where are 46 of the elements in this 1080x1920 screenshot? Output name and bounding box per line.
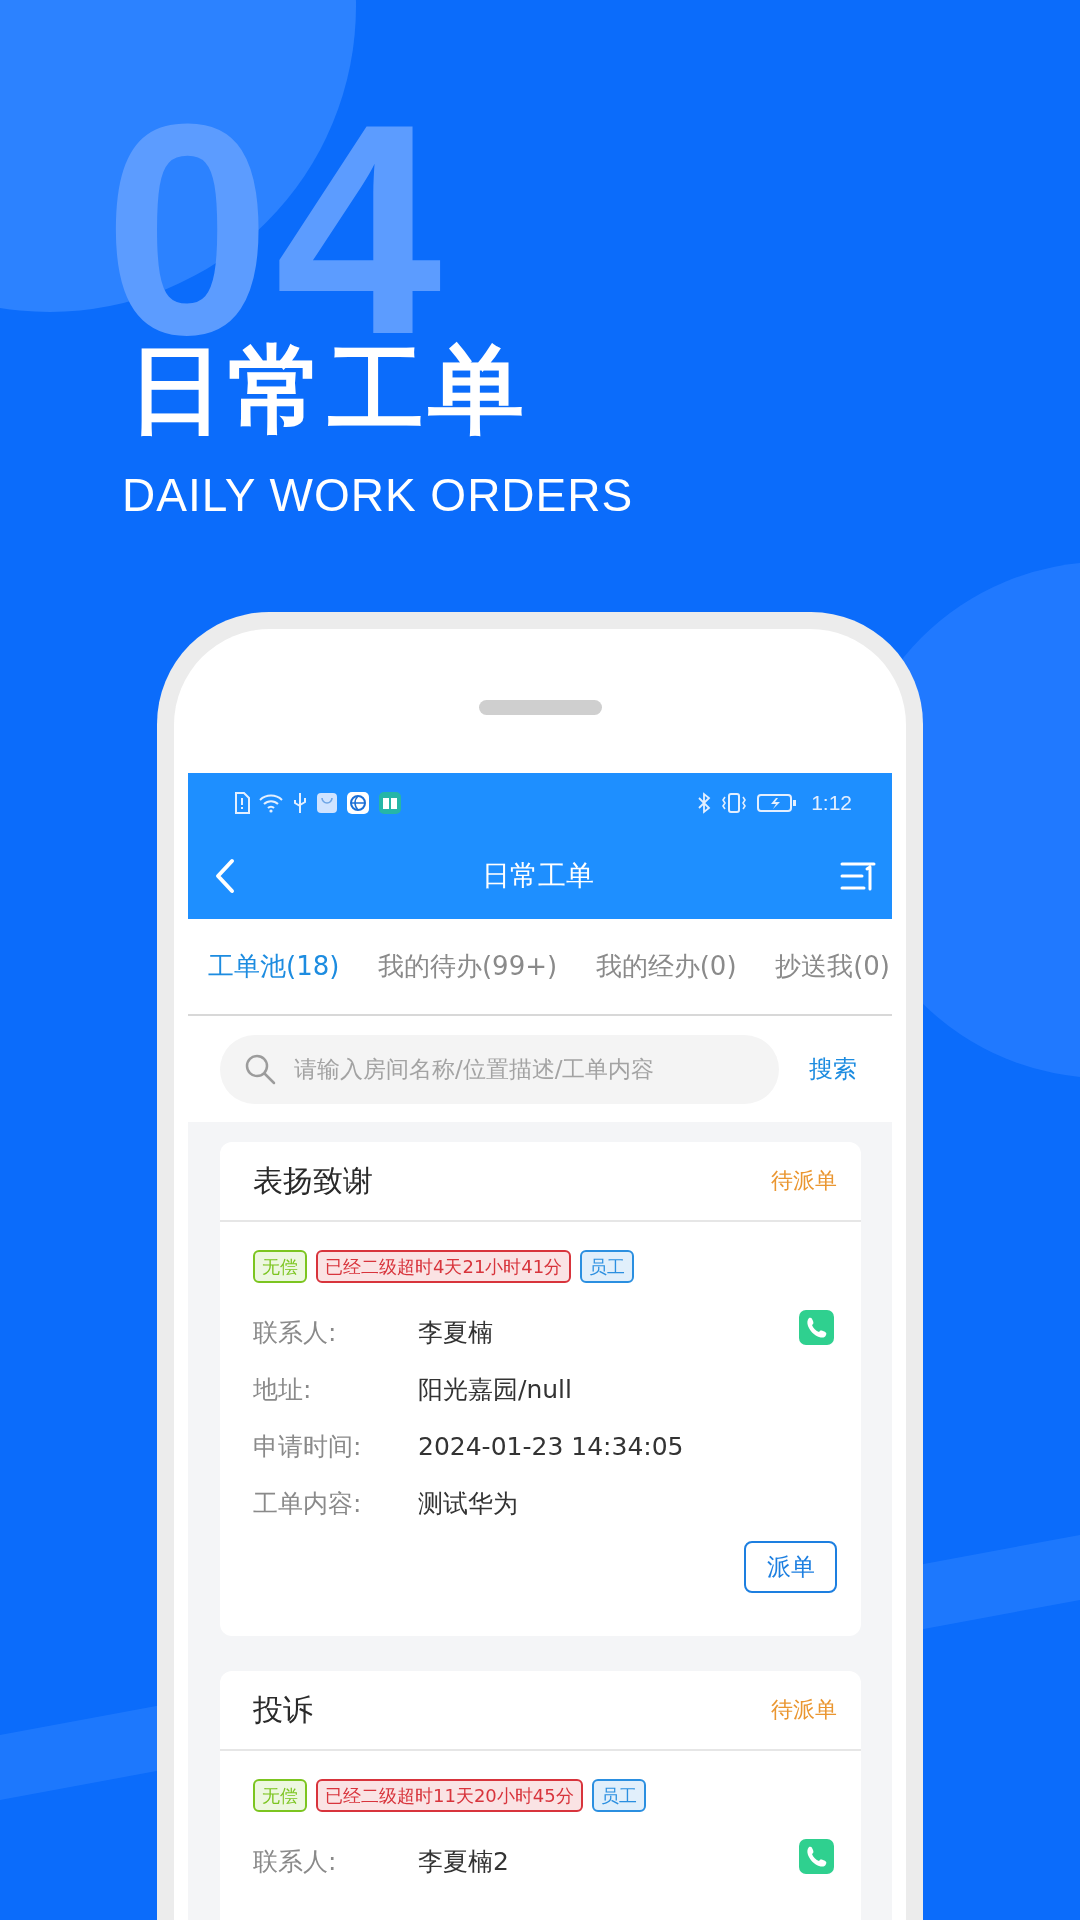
usb-icon [292,792,308,814]
field-label: 申请时间: [253,1431,363,1463]
hero-subtitle: DAILY WORK ORDERS [122,470,634,521]
browser-icon [346,791,370,815]
order-tag: 员工 [591,1779,646,1812]
tab[interactable]: 工单池(18) [208,941,340,992]
field-value: 2024-01-23 14:34:05 [418,1432,684,1461]
phone-icon[interactable] [799,1839,834,1874]
tab[interactable]: 我的经办(0) [595,941,737,992]
field-value: 李夏楠 [418,1317,493,1349]
phone-icon[interactable] [799,1310,834,1345]
field-value: 阳光嘉园/null [418,1374,572,1406]
list-menu-icon[interactable] [840,861,876,891]
order-tag: 无偿 [253,1250,307,1283]
battery-icon [757,792,798,814]
field-label: 联系人: [253,1317,338,1349]
field-value: 测试华为 [418,1488,518,1520]
order-card[interactable]: 投诉 待派单 无偿 已经二级超时11天20小时45分 员工 联系人: 李夏楠2 [220,1671,861,1920]
dispatch-button[interactable]: 派单 [744,1541,837,1593]
search-field[interactable]: 请输入房间名称/位置描述/工单内容 [220,1034,779,1104]
book-icon [378,791,402,815]
wifi-icon [258,793,284,813]
screen-title: 日常工单 [482,858,594,894]
order-status: 待派单 [771,1696,837,1724]
back-icon[interactable] [214,858,236,894]
order-tag: 已经二级超时11天20小时45分 [316,1779,583,1812]
order-title: 投诉 [253,1690,313,1729]
search-icon [244,1052,276,1085]
field-value: 李夏楠2 [418,1846,509,1878]
field-label: 工单内容: [253,1488,363,1520]
tab[interactable]: 抄送我(0) [775,941,890,992]
sim-alert-icon [234,792,250,814]
order-tag: 已经二级超时4天21小时41分 [316,1250,572,1283]
tab[interactable]: 我的待办(99+) [377,941,558,992]
order-tag: 员工 [580,1250,635,1283]
order-title: 表扬致谢 [253,1161,373,1200]
field-label: 联系人: [253,1846,338,1878]
order-status: 待派单 [771,1167,837,1195]
vibrate-icon [721,792,748,814]
order-card[interactable]: 表扬致谢 待派单 无偿 已经二级超时4天21小时41分 员工 联系人: 李夏楠 地址: 阳光嘉园/null 申请时间: 2024-01-23 14:34:05 工单内容: 测试华为 派单 [220,1142,861,1636]
field-label: 地址: [253,1374,313,1406]
order-tag: 无偿 [253,1779,307,1812]
search-button[interactable]: 搜索 [809,1053,857,1085]
clock-time: 1:12 [811,791,852,815]
app-store-icon [316,792,338,814]
bluetooth-icon [697,792,712,814]
